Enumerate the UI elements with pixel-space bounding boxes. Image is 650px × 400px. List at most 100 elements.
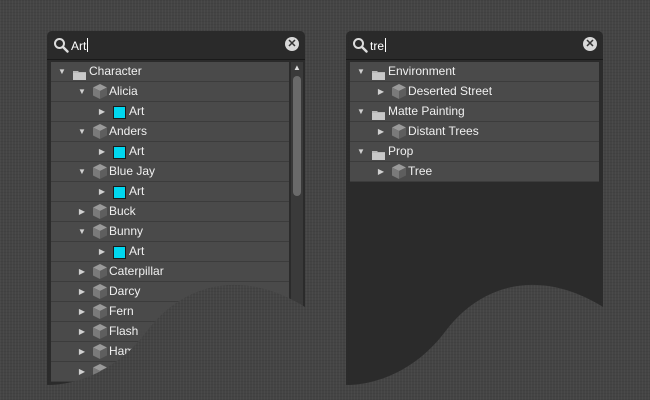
tree-row-label: Deserted Street (408, 84, 493, 98)
tree-row-label: Anders (109, 124, 148, 138)
tree-row[interactable]: ▶ (51, 362, 289, 382)
tree-row-label: Darcy (109, 284, 141, 298)
tree-row-label: Flash (109, 324, 139, 338)
tree-row-label: Buck (109, 204, 136, 218)
folder-icon (372, 67, 385, 80)
tree-row-label: Art (129, 104, 145, 118)
color-swatch-icon (113, 186, 126, 199)
tree-row-label: Alicia (109, 84, 138, 98)
cube-asset-icon (93, 204, 107, 219)
color-swatch-icon (113, 246, 126, 259)
folder-icon (372, 107, 385, 120)
text-caret (385, 38, 387, 52)
tree-row[interactable]: ▼ Environment (350, 62, 599, 82)
tree-row-label: Character (89, 64, 142, 78)
disclosure-collapsed-icon[interactable]: ▶ (376, 122, 386, 141)
cube-asset-icon (93, 344, 107, 359)
disclosure-collapsed-icon[interactable]: ▶ (97, 182, 107, 201)
tree-row[interactable]: ▼ Prop (350, 142, 599, 162)
left-outliner-panel: Art ✕ ▼ Character ▼ Alicia ▶ Art ▼ Anders ▶ Art ▼ B… (47, 31, 305, 385)
disclosure-collapsed-icon[interactable]: ▶ (97, 142, 107, 161)
tree-row-label: Distant Trees (408, 124, 479, 138)
search-input[interactable]: tre (370, 38, 387, 53)
outliner-tree: ▼ Character ▼ Alicia ▶ Art ▼ Anders ▶ Art ▼ Blue Ja… (51, 62, 289, 385)
tree-row[interactable]: ▼ Anders (51, 122, 289, 142)
cube-asset-icon (93, 324, 107, 339)
search-icon (54, 38, 69, 53)
cube-asset-icon (93, 304, 107, 319)
clear-search-icon[interactable]: ✕ (583, 37, 597, 51)
disclosure-collapsed-icon[interactable]: ▶ (97, 102, 107, 121)
disclosure-collapsed-icon[interactable]: ▶ (77, 322, 87, 341)
tree-row[interactable]: ▶ Tree (350, 162, 599, 182)
cube-asset-icon (392, 124, 406, 139)
search-bar: tre ✕ (346, 31, 603, 60)
disclosure-collapsed-icon[interactable]: ▶ (77, 282, 87, 301)
disclosure-collapsed-icon[interactable]: ▶ (77, 362, 87, 381)
cube-asset-icon (93, 224, 107, 239)
tree-row[interactable]: ▼ Character (51, 62, 289, 82)
cube-asset-icon (93, 264, 107, 279)
tree-row-label: Bunny (109, 224, 144, 238)
disclosure-expanded-icon[interactable]: ▼ (77, 222, 87, 241)
disclosure-collapsed-icon[interactable]: ▶ (376, 82, 386, 101)
disclosure-collapsed-icon[interactable]: ▶ (97, 242, 107, 261)
tree-row-label: Caterpillar (109, 264, 164, 278)
disclosure-collapsed-icon[interactable]: ▶ (77, 262, 87, 281)
outliner-tree: ▼ Environment ▶ Deserted Street ▼ Matte Paint… (350, 62, 599, 385)
tree-row[interactable]: ▶ Flash (51, 322, 289, 342)
tree-row[interactable]: ▶ Caterpillar (51, 262, 289, 282)
tree-row[interactable]: ▶ Deserted Street (350, 82, 599, 102)
color-swatch-icon (113, 146, 126, 159)
tree-row[interactable]: ▶ Art (51, 182, 289, 202)
disclosure-collapsed-icon[interactable]: ▶ (77, 302, 87, 321)
disclosure-collapsed-icon[interactable]: ▶ (77, 202, 87, 221)
tree-row[interactable]: ▶ Art (51, 102, 289, 122)
cube-asset-icon (392, 164, 406, 179)
clear-search-icon[interactable]: ✕ (285, 37, 299, 51)
vertical-scrollbar[interactable]: ▲ (291, 62, 303, 385)
search-icon (353, 38, 368, 53)
cube-asset-icon (93, 284, 107, 299)
tree-row[interactable]: ▼ Bunny (51, 222, 289, 242)
disclosure-expanded-icon[interactable]: ▼ (77, 82, 87, 101)
tree-row-label: Prop (388, 144, 414, 158)
tree-row[interactable]: ▼ Blue Jay (51, 162, 289, 182)
tree-row-label: Environment (388, 64, 456, 78)
tree-row-label: Fern (109, 304, 134, 318)
tree-row[interactable]: ▶ Art (51, 142, 289, 162)
tree-row[interactable]: ▶ Darcy (51, 282, 289, 302)
disclosure-expanded-icon[interactable]: ▼ (57, 62, 67, 81)
tree-row[interactable]: ▶ Hamster (51, 342, 289, 362)
disclosure-expanded-icon[interactable]: ▼ (356, 142, 366, 161)
disclosure-collapsed-icon[interactable]: ▶ (77, 342, 87, 361)
tree-row-label: Art (129, 184, 145, 198)
tree-row[interactable]: ▼ Matte Painting (350, 102, 599, 122)
search-query-text: Art (71, 39, 87, 53)
search-bar: Art ✕ (47, 31, 305, 60)
search-query-text: tre (370, 39, 385, 53)
folder-icon (372, 147, 385, 160)
disclosure-collapsed-icon[interactable]: ▶ (376, 162, 386, 181)
tree-row-label: Hamster (109, 344, 155, 358)
cube-asset-icon (93, 124, 107, 139)
tree-row[interactable]: ▶ Distant Trees (350, 122, 599, 142)
tree-row-label: Matte Painting (388, 104, 465, 118)
folder-icon (73, 67, 86, 80)
text-caret (87, 38, 89, 52)
tree-row[interactable]: ▶ Art (51, 242, 289, 262)
tree-row-label: Art (129, 144, 145, 158)
tree-row-label: Art (129, 244, 145, 258)
search-input[interactable]: Art (71, 38, 89, 53)
tree-row[interactable]: ▶ Fern (51, 302, 289, 322)
disclosure-expanded-icon[interactable]: ▼ (356, 62, 366, 81)
scroll-up-arrow-icon[interactable]: ▲ (292, 64, 302, 72)
tree-row[interactable]: ▼ Alicia (51, 82, 289, 102)
tree-row-label: Tree (408, 164, 433, 178)
cube-asset-icon (392, 84, 406, 99)
tree-row[interactable]: ▶ Buck (51, 202, 289, 222)
scroll-thumb[interactable] (293, 76, 301, 196)
disclosure-expanded-icon[interactable]: ▼ (77, 162, 87, 181)
disclosure-expanded-icon[interactable]: ▼ (356, 102, 366, 121)
disclosure-expanded-icon[interactable]: ▼ (77, 122, 87, 141)
